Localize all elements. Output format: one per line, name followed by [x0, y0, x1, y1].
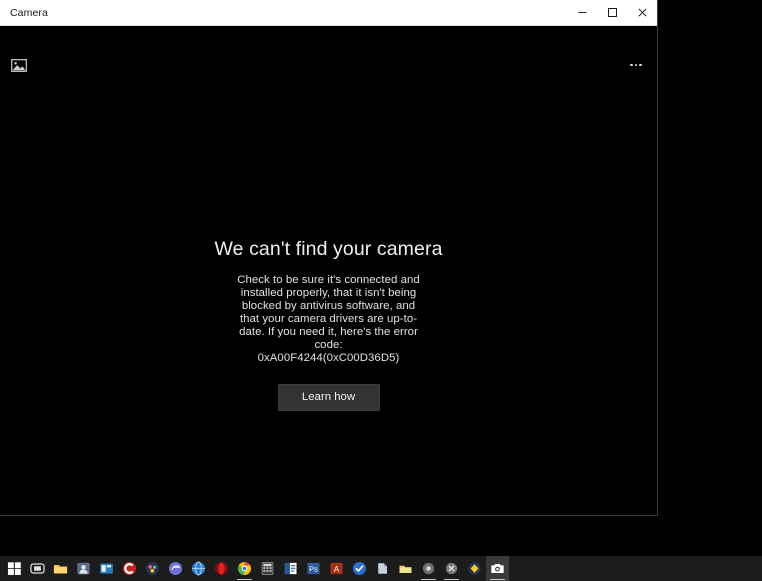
app-icon — [468, 562, 481, 575]
desktop-background: Camera We can't find your camera Check t… — [0, 0, 762, 581]
more-options-icon — [630, 63, 633, 67]
chrome-icon — [237, 561, 252, 576]
close-button[interactable] — [627, 0, 657, 25]
more-options-button[interactable] — [625, 55, 647, 75]
maximize-button[interactable] — [597, 0, 627, 25]
maximize-icon — [607, 8, 617, 17]
photo-gallery-button[interactable] — [8, 55, 30, 75]
task-view-button[interactable] — [26, 556, 49, 581]
running-indicator — [237, 578, 252, 580]
minimize-icon — [578, 12, 586, 13]
start-button[interactable] — [3, 556, 26, 581]
powerpoint-button[interactable]: Ps — [302, 556, 325, 581]
checkmark-icon — [352, 561, 367, 576]
window-title: Camera — [10, 6, 48, 19]
app-icon — [145, 561, 160, 576]
opera-icon — [214, 561, 229, 576]
svg-text:Ps: Ps — [309, 565, 318, 574]
window-controls — [567, 0, 657, 25]
more-options-icon — [639, 63, 642, 67]
access-icon: A — [330, 562, 343, 575]
globe-icon — [191, 561, 206, 576]
calculator-icon — [261, 562, 274, 575]
app-button-8[interactable] — [440, 556, 463, 581]
running-indicator — [490, 578, 505, 580]
app-icon — [77, 562, 90, 575]
app-button-7[interactable] — [417, 556, 440, 581]
camera-app-window: Camera We can't find your camera Check t… — [0, 0, 658, 516]
error-code: 0xA00F4244(0xC00D36D5) — [257, 351, 400, 364]
word-icon — [284, 562, 297, 575]
edge-icon — [168, 561, 183, 576]
browser-button-1[interactable] — [187, 556, 210, 581]
powerpoint-icon: Ps — [307, 562, 320, 575]
app-button-2[interactable] — [95, 556, 118, 581]
opera-button[interactable] — [210, 556, 233, 581]
app-button-5[interactable] — [371, 556, 394, 581]
app-button-9[interactable] — [463, 556, 486, 581]
task-view-icon — [30, 563, 45, 574]
taskbar: Ps A — [0, 556, 762, 581]
error-description: Check to be sure it's connected and inst… — [237, 274, 420, 351]
photo-gallery-icon — [11, 58, 27, 72]
access-button[interactable]: A — [325, 556, 348, 581]
running-indicator — [421, 578, 436, 580]
document-icon — [378, 563, 387, 574]
window-titlebar[interactable]: Camera — [0, 0, 657, 26]
camera-viewfinder-area: We can't find your camera Check to be su… — [0, 26, 657, 515]
close-icon — [637, 8, 647, 17]
learn-how-button[interactable]: Learn how — [277, 383, 380, 411]
ccleaner-button[interactable] — [118, 556, 141, 581]
svg-text:A: A — [334, 565, 340, 574]
app-icon — [445, 562, 458, 575]
file-explorer-button[interactable] — [49, 556, 72, 581]
windows-logo-icon — [7, 562, 21, 575]
camera-button[interactable] — [486, 556, 509, 581]
camera-icon — [491, 564, 504, 573]
word-button[interactable] — [279, 556, 302, 581]
app-button-1[interactable] — [72, 556, 95, 581]
app-icon — [422, 562, 435, 575]
error-heading: We can't find your camera — [214, 238, 443, 260]
folder-icon — [53, 564, 68, 574]
app-button-6[interactable] — [394, 556, 417, 581]
more-options-icon — [634, 63, 638, 67]
app-icon — [100, 563, 113, 574]
calculator-button[interactable] — [256, 556, 279, 581]
ccleaner-icon — [122, 561, 137, 576]
camera-error-message: We can't find your camera Check to be su… — [0, 238, 657, 411]
chrome-button[interactable] — [233, 556, 256, 581]
running-indicator — [444, 578, 459, 580]
app-button-3[interactable] — [141, 556, 164, 581]
minimize-button[interactable] — [567, 0, 597, 25]
folder-icon — [399, 565, 412, 573]
edge-button[interactable] — [164, 556, 187, 581]
app-button-4[interactable] — [348, 556, 371, 581]
